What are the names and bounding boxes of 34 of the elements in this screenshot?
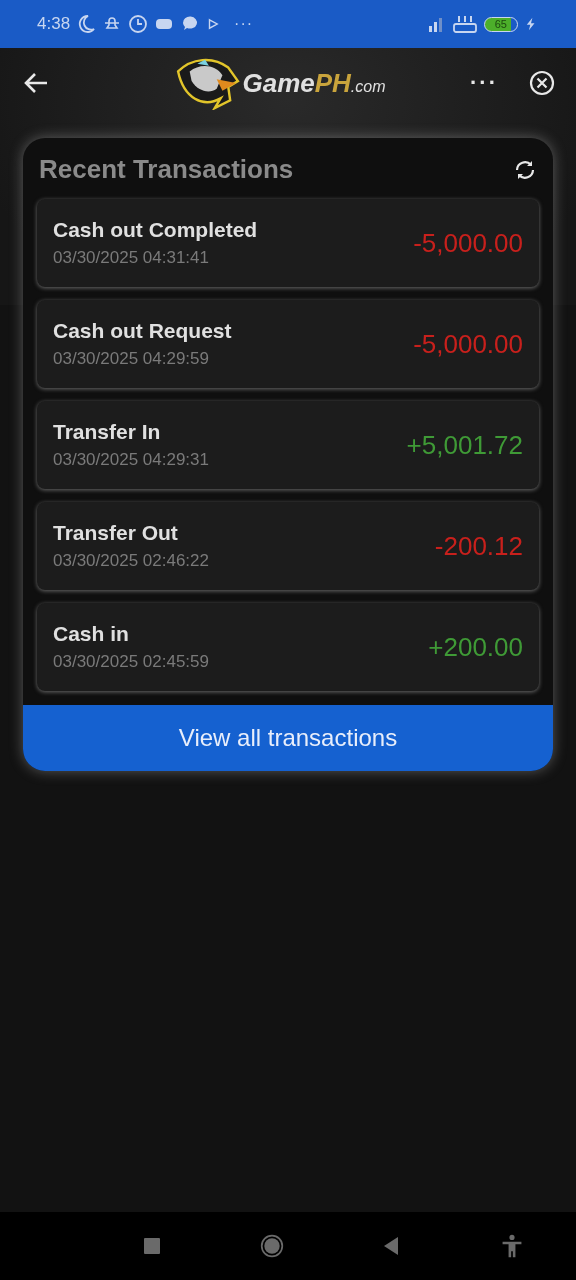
transaction-row[interactable]: Transfer Out 03/30/2025 02:46:22 -200.12 <box>37 502 539 590</box>
battery-indicator: 65 <box>483 16 518 32</box>
logo-text: GamePH.com <box>242 67 386 99</box>
transaction-time: 03/30/2025 02:46:22 <box>53 551 210 571</box>
close-icon[interactable] <box>528 69 556 97</box>
transaction-amount: -5,000.00 <box>413 227 523 259</box>
transaction-time: 03/30/2025 04:29:31 <box>53 450 210 470</box>
transaction-time: 03/30/2025 04:31:41 <box>53 248 210 268</box>
transaction-title: Transfer In <box>53 420 162 444</box>
moon-icon <box>76 14 97 34</box>
transaction-title: Cash out Request <box>53 319 233 343</box>
transaction-amount: -5,000.00 <box>413 328 523 360</box>
more-button[interactable]: ··· <box>470 70 498 96</box>
transaction-row[interactable]: Cash in 03/30/2025 02:45:59 +200.00 <box>37 603 539 691</box>
home-icon[interactable] <box>260 1234 284 1258</box>
router-icon <box>451 14 478 34</box>
more-notifications: ··· <box>234 15 254 33</box>
accessibility-icon[interactable] <box>500 1234 524 1258</box>
transaction-title: Cash in <box>53 622 130 646</box>
transaction-time: 03/30/2025 04:29:59 <box>53 349 210 369</box>
transaction-amount: +5,001.72 <box>406 429 523 461</box>
status-time: 4:38 <box>37 14 71 34</box>
transaction-row[interactable]: Cash out Completed 03/30/2025 04:31:41 -5,000.00 <box>37 199 539 287</box>
transaction-time: 03/30/2025 02:45:59 <box>53 652 210 672</box>
card-title: Recent Transactions <box>39 154 294 185</box>
transaction-amount: +200.00 <box>428 631 523 663</box>
play-icon <box>206 17 221 31</box>
clock-icon <box>128 14 149 34</box>
view-all-button[interactable]: View all transactions <box>23 705 553 771</box>
transaction-amount: -200.12 <box>434 530 523 562</box>
transaction-title: Transfer Out <box>53 521 179 545</box>
transaction-row[interactable]: Cash out Request 03/30/2025 04:29:59 -5,000.00 <box>37 300 539 388</box>
transaction-title: Cash out Completed <box>53 218 259 242</box>
transaction-row[interactable]: Transfer In 03/30/2025 04:29:31 +5,001.72 <box>37 401 539 489</box>
